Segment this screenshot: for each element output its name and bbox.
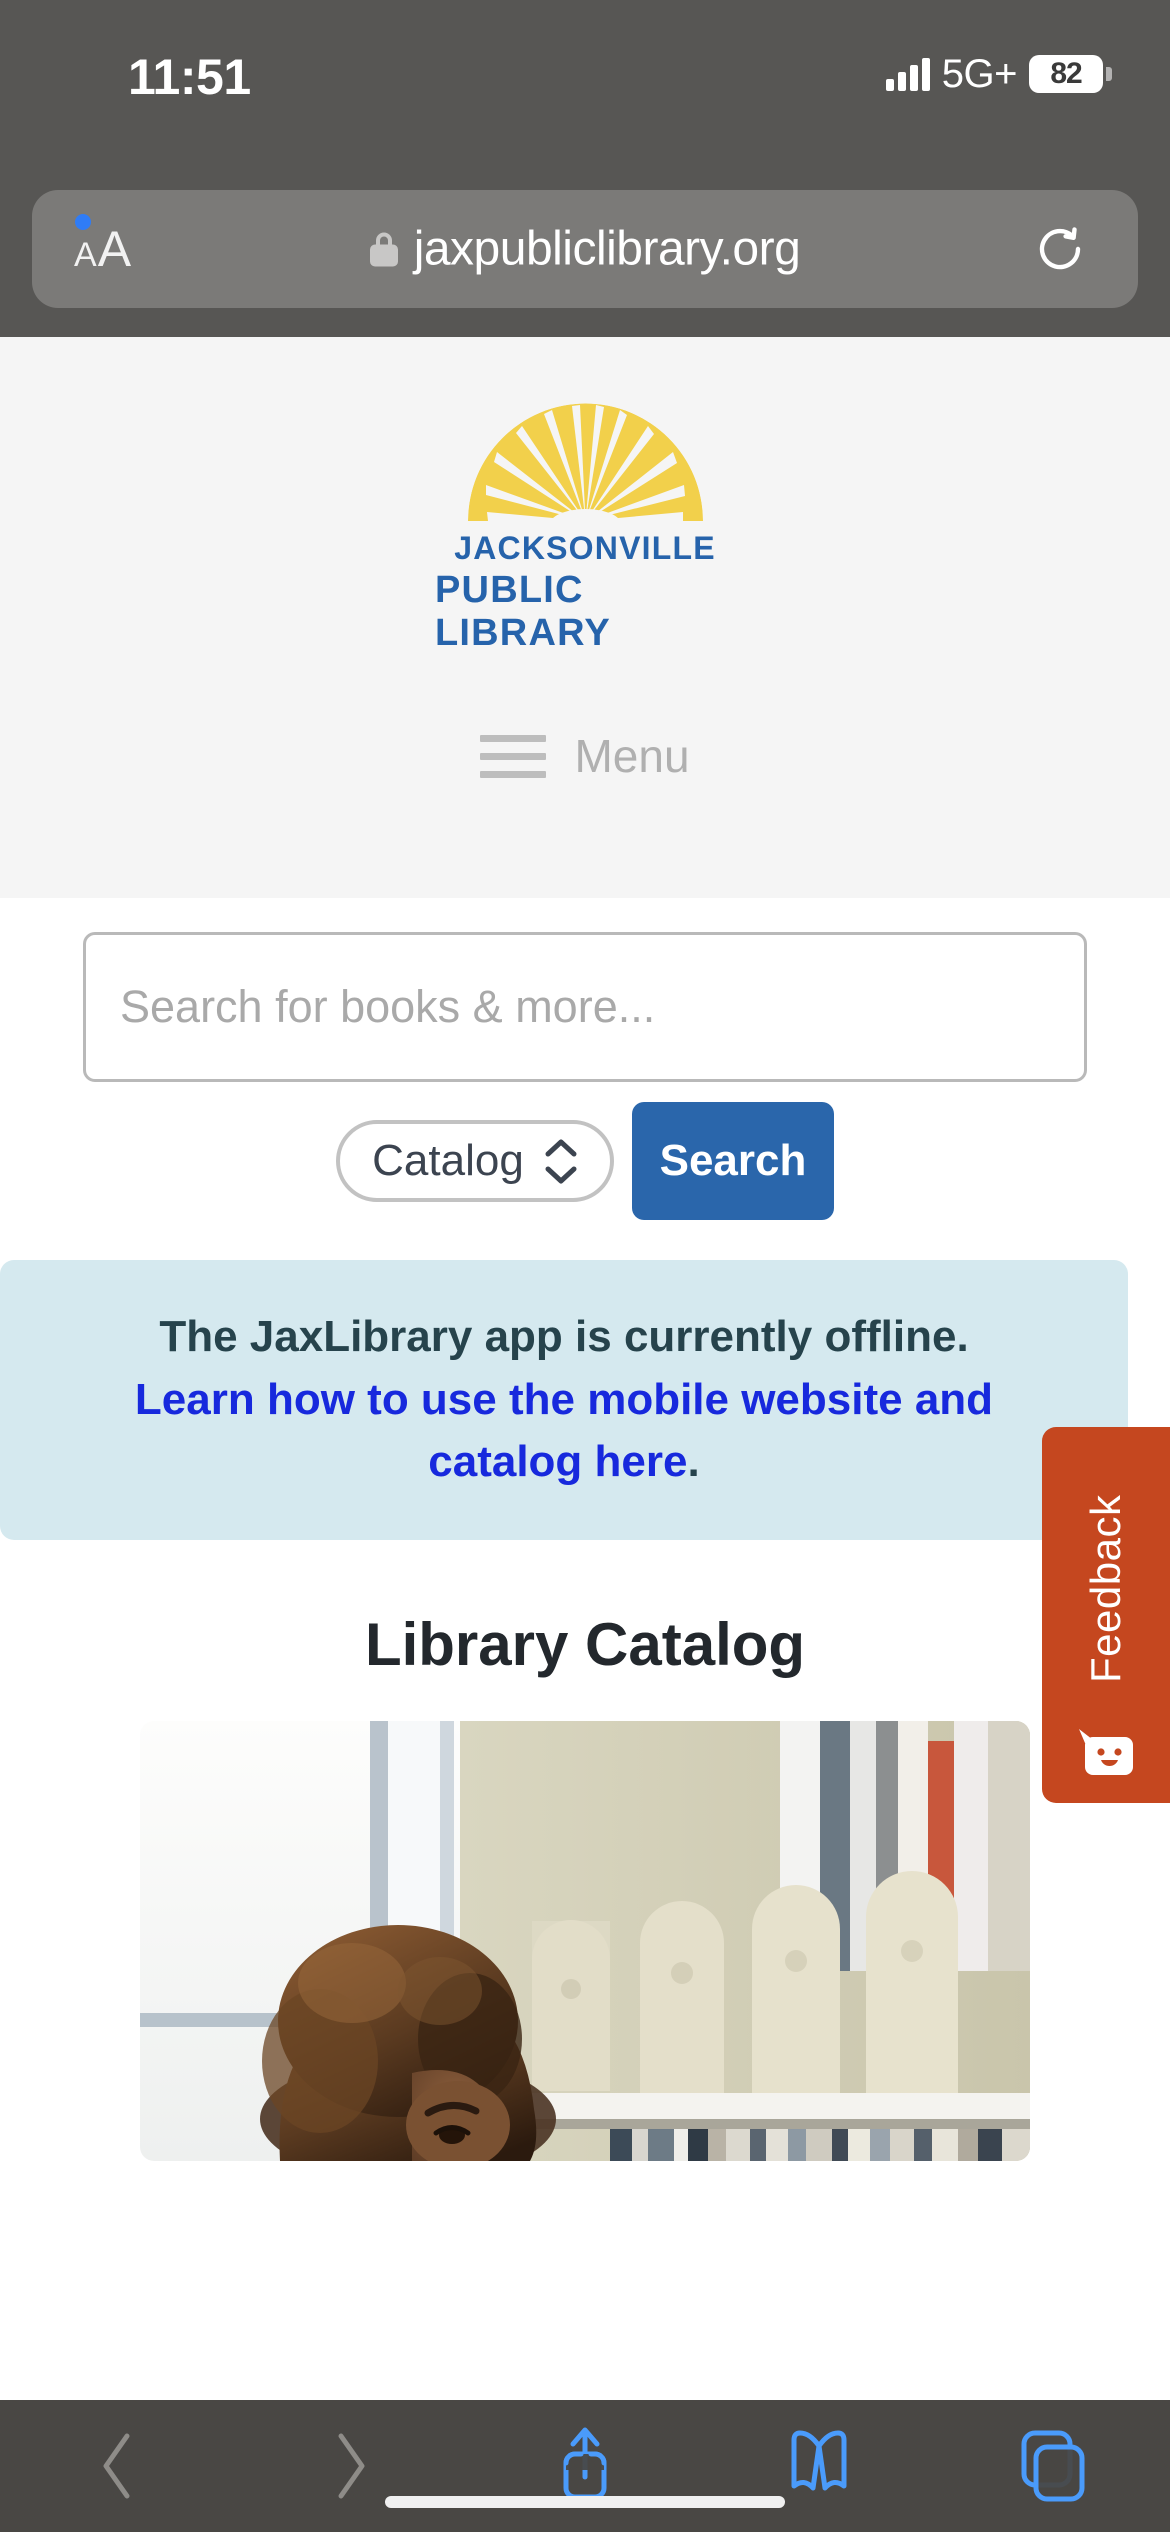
search-input[interactable]	[83, 932, 1087, 1082]
notice-learn-more-link[interactable]: Learn how to use the mobile website and …	[135, 1375, 993, 1486]
notice-period: .	[687, 1437, 700, 1487]
tabs-icon	[1021, 2430, 1085, 2502]
search-submit-button[interactable]: Search	[632, 1102, 834, 1220]
battery-percent-label: 82	[1050, 57, 1082, 90]
chevron-left-icon	[103, 2433, 130, 2499]
logo-text-line2: PUBLIC LIBRARY	[435, 569, 611, 654]
catalog-heading: Library Catalog	[364, 1611, 806, 1678]
library-catalog-section: Library Catalog	[0, 1610, 1170, 2161]
search-region: Catalog Search	[0, 898, 1170, 1220]
chevron-up-down-icon	[544, 1139, 578, 1184]
book-icon	[791, 2430, 847, 2491]
network-type-label: 5G+	[941, 51, 1018, 96]
cellular-signal-icon	[885, 57, 930, 91]
notice-link-wrap: Learn how to use the mobile website and …	[60, 1369, 1068, 1494]
offline-notice-banner: The JaxLibrary app is currently offline.…	[0, 1260, 1128, 1540]
library-patron-browsing-shelves-photo[interactable]	[140, 1721, 1030, 2161]
lock-icon	[369, 232, 398, 266]
browser-bottom-toolbar	[0, 2400, 1170, 2532]
address-bar[interactable]: A A jaxpubliclibrary.org	[32, 190, 1138, 308]
logo-text-line1: JACKSONVILLE	[454, 530, 716, 566]
menu-label: Menu	[574, 730, 690, 782]
share-button[interactable]	[468, 2400, 702, 2532]
menu-toggle-button[interactable]: Menu	[480, 729, 690, 783]
bookmarks-button[interactable]	[702, 2400, 936, 2532]
toolbar-buttons	[0, 2400, 1170, 2532]
site-logo[interactable]: JACKSONVILLE PUBLIC LIBRARY	[435, 403, 735, 655]
url-text: jaxpubliclibrary.org	[413, 222, 801, 276]
reload-icon[interactable]	[1034, 223, 1086, 275]
search-controls: Catalog Search	[0, 1102, 1170, 1220]
url-display[interactable]: jaxpubliclibrary.org	[32, 222, 1138, 277]
feedback-tab-button[interactable]: Feedback	[1042, 1427, 1170, 1803]
hamburger-menu-icon	[480, 734, 547, 778]
site-header: JACKSONVILLE PUBLIC LIBRARY Menu	[0, 337, 1170, 898]
search-scope-value: Catalog	[372, 1136, 524, 1185]
sunburst-logo-icon	[467, 403, 703, 521]
battery-icon: 82	[1029, 55, 1112, 93]
web-page-content: JACKSONVILLE PUBLIC LIBRARY Menu Catalog…	[0, 337, 1170, 2400]
forward-button[interactable]	[234, 2400, 468, 2532]
status-bar-time: 11:51	[128, 49, 251, 105]
chevron-right-icon	[338, 2433, 365, 2499]
status-bar-indicators: 5G+ 82	[885, 50, 1112, 98]
notice-message: The JaxLibrary app is currently offline.	[159, 1312, 969, 1362]
back-button[interactable]	[0, 2400, 234, 2532]
browser-top-chrome: 11:51 5G+ 82 A A jaxpubliclibrary.org	[0, 0, 1170, 337]
status-bar: 11:51 5G+ 82	[0, 0, 1170, 150]
search-scope-select[interactable]: Catalog	[336, 1120, 614, 1202]
smiley-speech-bubble-icon	[1079, 1729, 1133, 1775]
tabs-button[interactable]	[936, 2400, 1170, 2532]
home-indicator	[385, 2496, 785, 2508]
feedback-label: Feedback	[1082, 1494, 1129, 1684]
